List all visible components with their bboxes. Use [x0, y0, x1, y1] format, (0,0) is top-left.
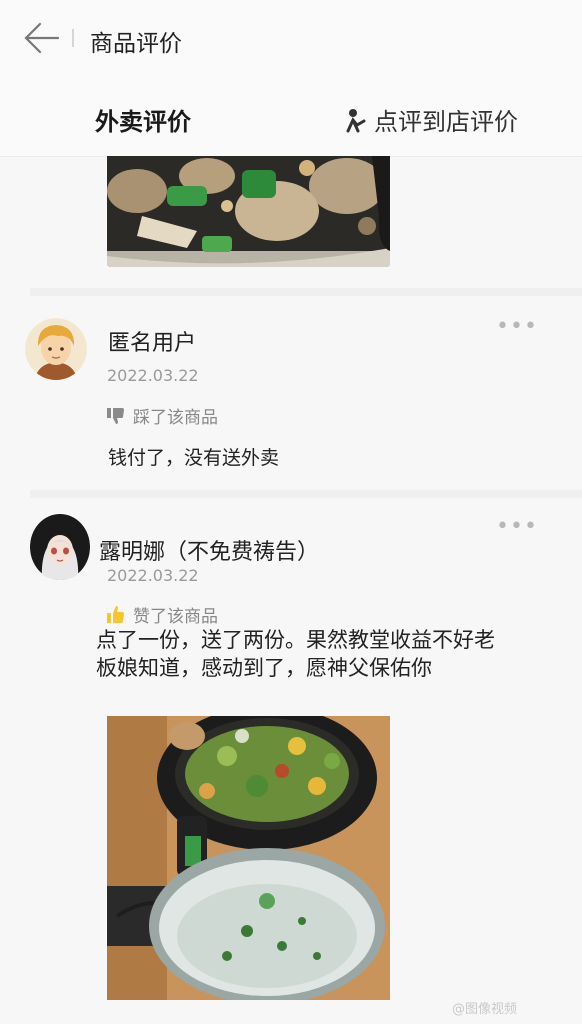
tab-dianping-reviews[interactable]: 点评到店评价	[344, 102, 518, 137]
page-title: 商品评价	[90, 31, 182, 57]
dislike-badge: 踩了该商品	[107, 403, 218, 428]
top-bar: 商品评价	[0, 0, 582, 78]
tab-takeout-reviews[interactable]: 外卖评价	[95, 102, 191, 137]
anonymous-avatar-icon	[25, 318, 87, 380]
food-photo-1	[107, 156, 390, 267]
food-photo-2	[107, 716, 390, 1000]
dianping-person-icon	[346, 108, 366, 132]
back-arrow-icon[interactable]	[22, 20, 60, 56]
review-date: 2022.03.22	[107, 366, 199, 385]
avatar[interactable]	[25, 318, 87, 380]
username[interactable]: 露明娜（不免费祷告）	[99, 534, 319, 566]
avatar[interactable]	[30, 514, 90, 580]
review-date: 2022.03.22	[107, 566, 199, 585]
like-badge: 赞了该商品	[107, 602, 218, 627]
review-photo[interactable]	[107, 716, 390, 1000]
vote-label: 赞了该商品	[133, 607, 218, 627]
review-text: 点了一份，送了两份。果然教堂收益不好老板娘知道，感动到了，愿神父保佑你	[96, 628, 495, 680]
more-options-icon[interactable]: •••	[496, 314, 538, 339]
review-text: 钱付了，没有送外卖	[108, 447, 280, 469]
header-divider	[72, 29, 74, 47]
vote-label: 踩了该商品	[133, 408, 218, 428]
watermark: @图像视频	[452, 1002, 518, 1017]
card-divider	[30, 288, 582, 296]
tab-dianping-label: 点评到店评价	[374, 108, 518, 136]
card-divider	[30, 490, 582, 498]
more-options-icon[interactable]: •••	[496, 514, 538, 539]
tab-bar: 外卖评价 点评到店评价	[0, 78, 582, 157]
thumbs-up-icon	[107, 606, 124, 623]
username[interactable]: 匿名用户	[108, 325, 196, 357]
review-photo-top[interactable]	[107, 156, 390, 267]
nun-avatar-icon	[30, 514, 90, 580]
thumbs-down-icon	[107, 407, 124, 424]
